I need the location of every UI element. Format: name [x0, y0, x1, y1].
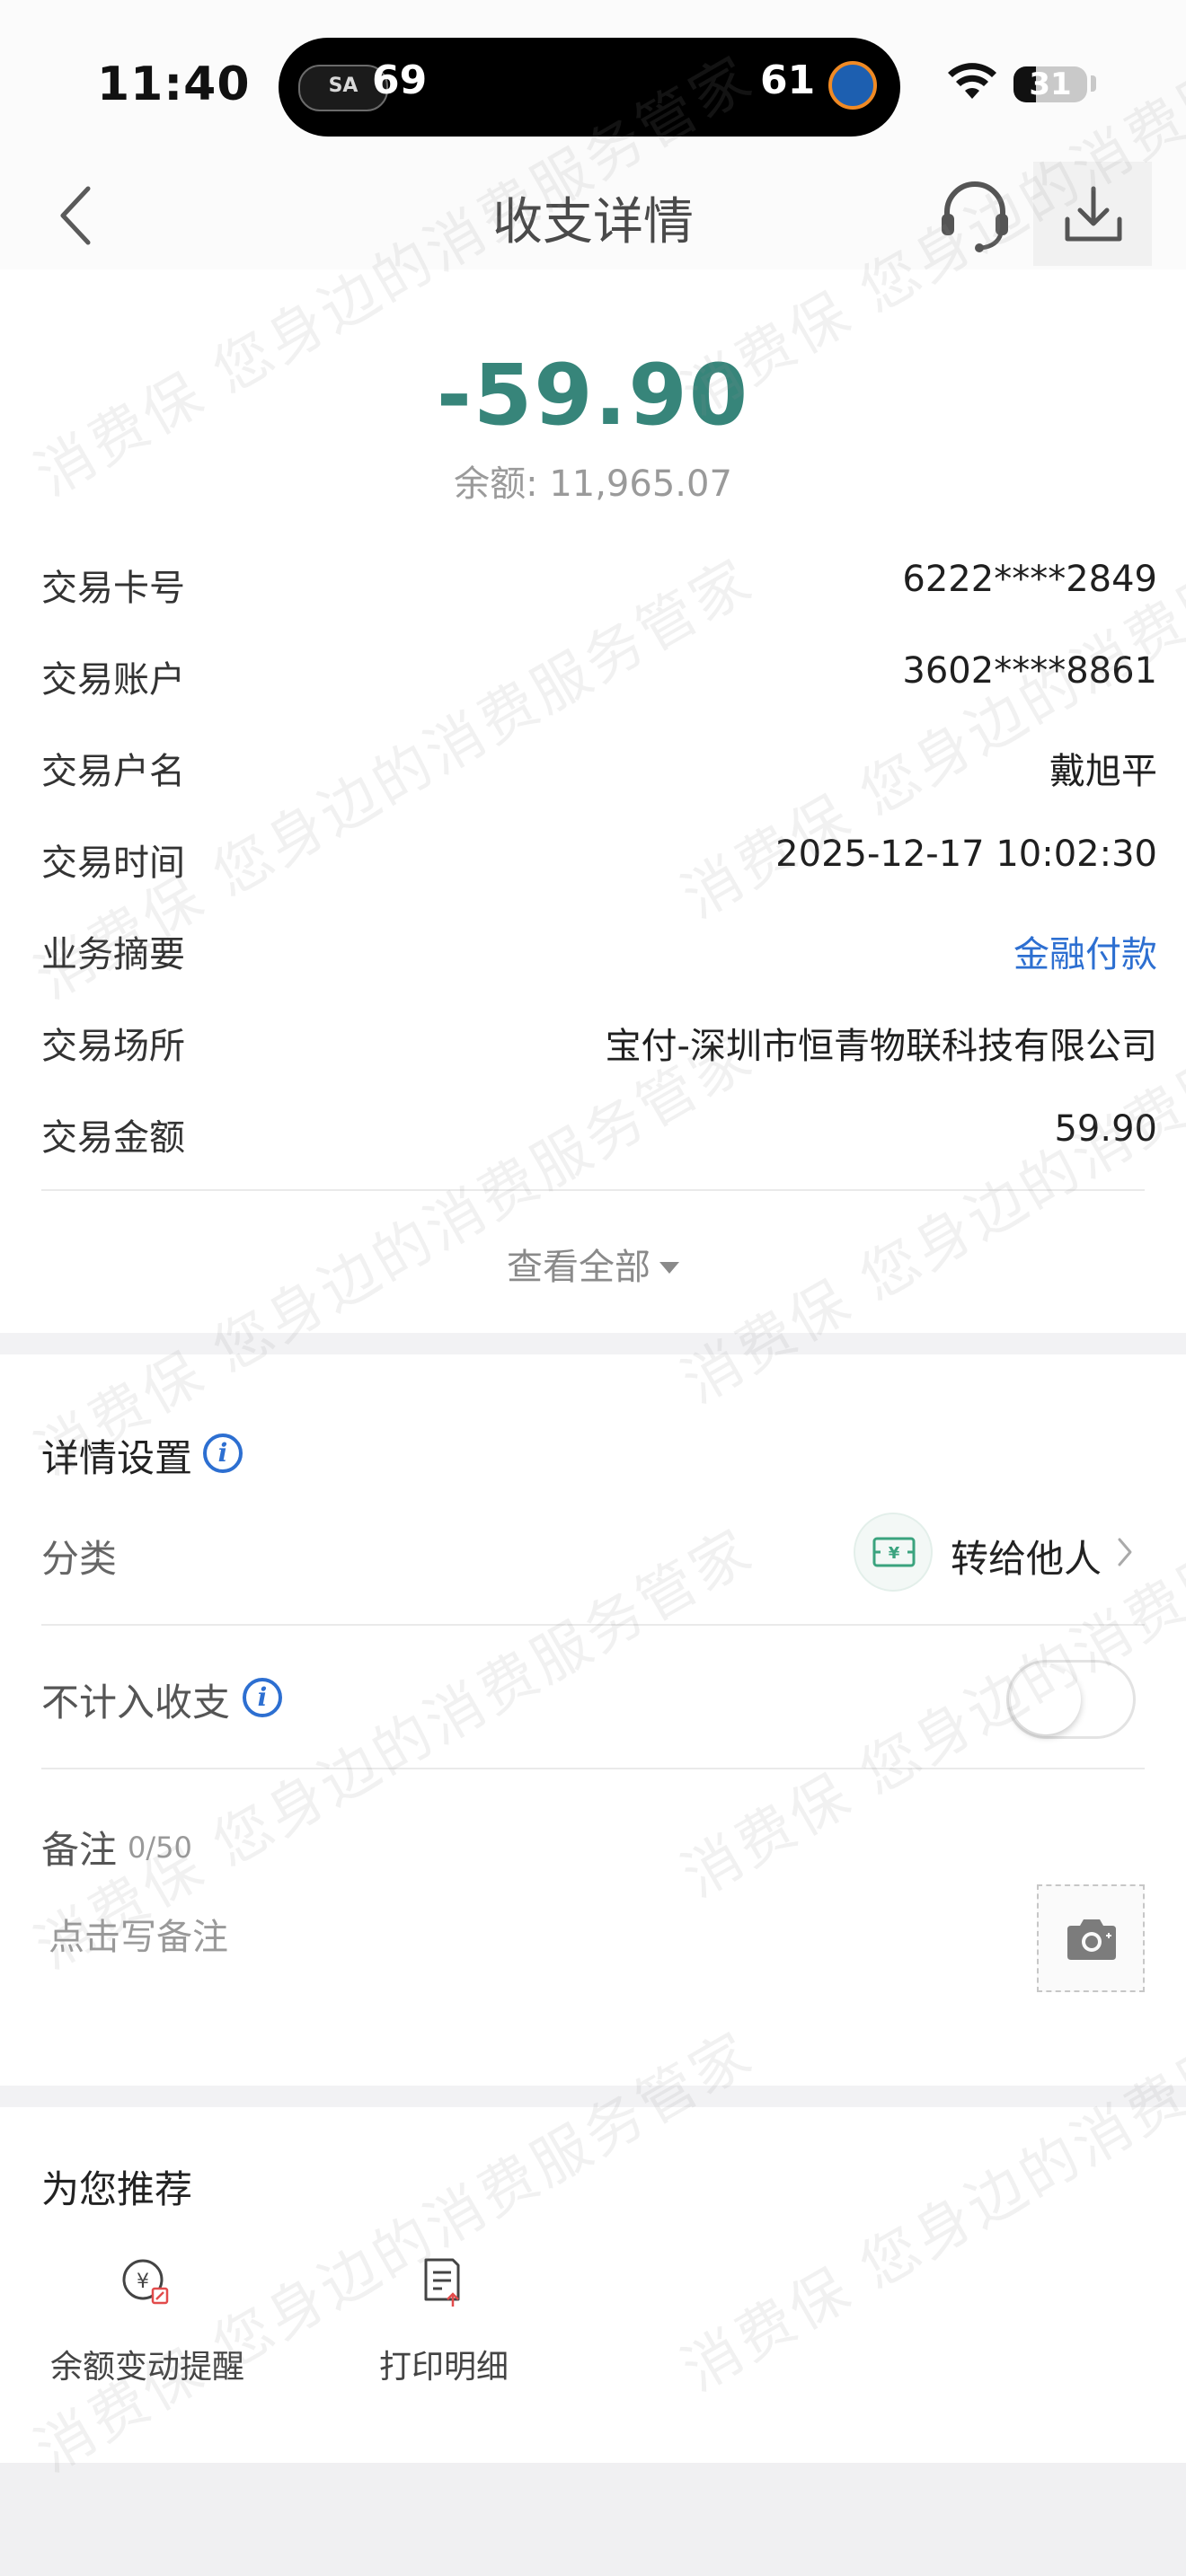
print-statement-icon — [424, 2258, 460, 2307]
detail-value: 2025-12-17 10:02:30 — [775, 834, 1157, 875]
detail-label: 业务摘要 — [41, 934, 185, 975]
status-bar: 11:40 SA 69 61 31 — [0, 0, 1186, 162]
detail-row-time: 交易时间 2025-12-17 10:02:30 — [41, 834, 1157, 887]
transaction-amount: -59.90 — [436, 347, 750, 445]
detail-row-summary: 业务摘要 金融付款 — [41, 925, 1157, 979]
knicks-logo-icon — [828, 61, 877, 110]
category-value[interactable]: 转给他人 — [951, 1529, 1102, 1584]
exclude-from-stats-label: 不计入收支 — [41, 1681, 231, 1725]
info-icon[interactable]: i — [243, 1678, 282, 1717]
divider — [41, 1189, 1145, 1191]
detail-value: 宝付-深圳市恒青物联科技有限公司 — [605, 1026, 1157, 1067]
add-photo-button[interactable] — [1037, 1884, 1145, 1992]
detail-row-merchant: 交易场所 宝付-深圳市恒青物联科技有限公司 — [41, 1017, 1157, 1071]
view-all-button[interactable]: 查看全部 — [0, 1238, 1186, 1290]
category-label: 分类 — [41, 1537, 118, 1581]
recommend-label: 打印明细 — [378, 2349, 509, 2386]
detail-row-card-number: 交易卡号 6222****2849 — [41, 559, 1157, 613]
svg-text:¥: ¥ — [889, 1544, 900, 1563]
remark-label: 备注 — [41, 1828, 118, 1872]
wifi-icon — [948, 63, 996, 99]
detail-label: 交易账户 — [41, 659, 185, 701]
status-time: 11:40 — [97, 57, 251, 111]
detail-label: 交易时间 — [41, 842, 185, 884]
print-statement-shortcut[interactable]: 打印明细 — [336, 2254, 552, 2398]
left-team-score: 69 — [372, 57, 428, 103]
detail-row-account-name: 交易户名 戴旭平 — [41, 742, 1157, 796]
view-all-label: 查看全部 — [507, 1247, 651, 1288]
divider — [41, 1624, 1145, 1626]
detail-value: 戴旭平 — [1049, 751, 1157, 792]
download-button[interactable] — [1033, 162, 1152, 266]
live-activity-island[interactable]: SA 69 61 — [279, 38, 900, 137]
recommend-card: 为您推荐 ¥ 余额变动提醒 打印明细 — [0, 2107, 1186, 2463]
headset-icon[interactable] — [934, 174, 1015, 255]
detail-label: 交易金额 — [41, 1117, 185, 1159]
right-team-score: 61 — [760, 57, 816, 103]
chevron-right-icon[interactable] — [1114, 1534, 1136, 1570]
balance-alert-icon: ¥ — [122, 2259, 169, 2305]
settings-title: 详情设置 — [41, 1436, 193, 1480]
detail-value: 3602****8861 — [902, 650, 1157, 692]
divider — [41, 1768, 1145, 1769]
detail-value: 59.90 — [1054, 1108, 1157, 1150]
balance-label: 余额: — [454, 463, 538, 505]
battery-level: 31 — [1029, 66, 1072, 102]
recommend-label: 余额变动提醒 — [49, 2349, 244, 2386]
battery-icon: 31 — [1013, 66, 1087, 102]
remark-char-count: 0/50 — [128, 1831, 192, 1865]
business-summary-link[interactable]: 金融付款 — [1013, 925, 1157, 977]
detail-label: 交易场所 — [41, 1026, 185, 1067]
remark-input[interactable] — [49, 1917, 947, 1958]
recommend-title: 为您推荐 — [41, 2167, 193, 2211]
nav-bar: 收支详情 — [0, 162, 1186, 270]
balance-alert-shortcut[interactable]: ¥ 余额变动提醒 — [40, 2254, 255, 2398]
exclude-from-stats-toggle[interactable] — [1006, 1660, 1136, 1739]
svg-text:¥: ¥ — [137, 2271, 149, 2293]
camera-icon — [1067, 1919, 1116, 1960]
battery-tip — [1091, 75, 1096, 92]
balance-value: 11,965.07 — [549, 463, 732, 505]
download-icon — [1065, 186, 1122, 242]
transaction-summary-card: -59.90 余额: 11,965.07 交易卡号 6222****2849 交… — [0, 269, 1186, 1333]
info-icon[interactable]: i — [203, 1434, 243, 1473]
detail-settings-card: 详情设置 i 分类 ¥ 转给他人 不计入收支 i 备注 0/50 — [0, 1354, 1186, 2086]
bottom-spacer — [0, 2463, 1186, 2576]
balance-text: 余额: 11,965.07 — [0, 454, 1186, 507]
money-transfer-icon: ¥ — [872, 1537, 916, 1567]
detail-row-account: 交易账户 3602****8861 — [41, 650, 1157, 704]
detail-row-amount: 交易金额 59.90 — [41, 1108, 1157, 1162]
detail-label: 交易户名 — [41, 751, 185, 792]
category-selector[interactable]: ¥ — [854, 1513, 933, 1592]
detail-value: 6222****2849 — [902, 559, 1157, 600]
detail-label: 交易卡号 — [41, 568, 185, 609]
toggle-knob — [1011, 1664, 1081, 1734]
caret-down-icon — [659, 1262, 679, 1274]
